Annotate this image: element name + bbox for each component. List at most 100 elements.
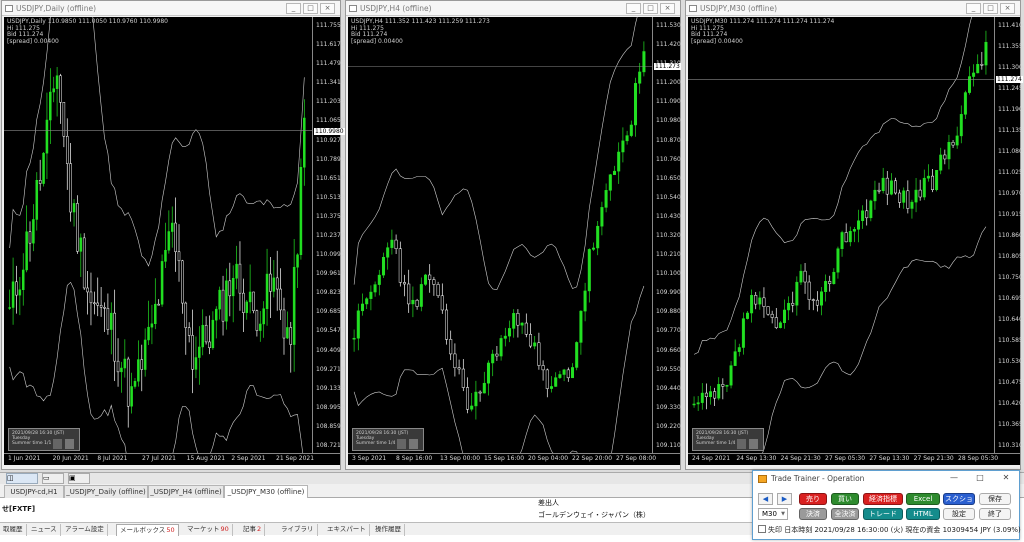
candle-body — [449, 339, 453, 355]
candle-body — [82, 237, 86, 289]
candle-body — [356, 310, 360, 339]
tab-usdjpy-h1[interactable]: USDJPY-cd,H1 — [4, 485, 64, 498]
scroll-arrow-0[interactable] — [53, 439, 62, 449]
candle-body — [629, 124, 633, 136]
price-plot[interactable]: USDJPY,M30 111.274 111.274 111.274 111.2… — [688, 17, 994, 453]
price-tick: 111.355 — [998, 43, 1023, 50]
minimize-icon: _ — [631, 4, 636, 12]
trainer-button-5[interactable]: Excel — [906, 493, 940, 505]
scroll-arrow-1[interactable] — [65, 439, 74, 449]
price-tick: 109.770 — [656, 327, 681, 335]
trainer-button-1[interactable]: ▶ — [777, 493, 792, 505]
trainer-button-7[interactable]: 保存 — [979, 493, 1011, 505]
trainer-button-r2-5[interactable]: 終了 — [979, 508, 1011, 520]
maximize-button[interactable]: □ — [971, 472, 989, 484]
terminal-tab[interactable]: マーケット90 — [184, 524, 233, 536]
minimize-button[interactable]: _ — [626, 3, 641, 14]
candle-body — [398, 248, 402, 283]
tab-daily[interactable]: _USDJPY_Daily (offline) — [64, 485, 148, 498]
mdi-tile[interactable]: ◫ — [6, 473, 38, 484]
candle-body — [208, 341, 211, 348]
candle-body — [976, 64, 980, 74]
candle-body — [596, 225, 600, 249]
maximize-button[interactable]: □ — [643, 3, 658, 14]
tab-m30[interactable]: _USDJPY_M30 (offline) — [224, 485, 308, 498]
candle-body — [428, 274, 432, 280]
trainer-button-2[interactable]: 売り — [799, 493, 827, 505]
trainer-button-0[interactable]: ◀ — [758, 493, 773, 505]
candle-body — [840, 232, 844, 249]
candle-body — [758, 297, 762, 305]
terminal-tab[interactable]: 記事2 — [240, 524, 266, 536]
trainer-button-r2-1[interactable]: 全決済 — [831, 508, 859, 520]
terminal-tab[interactable]: ライブラリ — [278, 524, 318, 536]
tab-h4[interactable]: _USDJPY_H4 (offline) — [148, 485, 224, 498]
candle-body — [381, 256, 386, 276]
trainer-button-r2-2[interactable]: トレード — [863, 508, 903, 520]
price-tick: 110.6510 — [316, 174, 345, 182]
terminal-tab[interactable]: エキスパート — [324, 524, 370, 536]
checkbox[interactable] — [758, 525, 766, 533]
trainer-button-4[interactable]: 経済指標 — [863, 493, 903, 505]
trainer-button-r2-4[interactable]: 設定 — [943, 508, 975, 520]
candle-body — [55, 75, 59, 89]
tab-label: _USDJPY_Daily (offline) — [66, 488, 146, 496]
candle-body — [99, 305, 103, 308]
candle-body — [824, 281, 828, 292]
minimize-button[interactable]: _ — [966, 3, 981, 14]
close-button[interactable]: × — [320, 3, 335, 14]
candle-body — [935, 170, 939, 190]
time-tick: 24 Sep 13:30 — [736, 455, 777, 462]
scroll-arrow-1[interactable] — [749, 439, 758, 449]
scroll-arrow-1[interactable] — [409, 439, 418, 449]
close-button[interactable]: × — [660, 3, 675, 14]
minimize-button[interactable]: _ — [286, 3, 301, 14]
terminal-tab[interactable]: ニュース — [28, 524, 61, 536]
trainer-button-6[interactable]: スクショ — [943, 493, 975, 505]
candle-body — [211, 319, 215, 348]
close-button[interactable]: × — [1000, 3, 1015, 14]
candle-body — [704, 392, 708, 398]
candle-body — [49, 91, 52, 121]
terminal-tab[interactable]: 取履歴 — [0, 524, 27, 536]
price-tick: 111.6170 — [316, 41, 345, 49]
terminal-tab[interactable]: 操作履歴 — [372, 524, 405, 536]
terminal-tab[interactable]: アラーム設定 — [62, 524, 108, 536]
mdi-maximize[interactable]: ▣ — [68, 473, 90, 484]
candle-body — [352, 337, 356, 340]
terminal-tab-label: 操作履歴 — [375, 525, 401, 533]
maximize-button[interactable]: □ — [303, 3, 318, 14]
timeframe-select[interactable]: M30 ▼ — [758, 508, 788, 520]
chart-info: USDJPY,M30 111.274 111.274 111.274 111.2… — [691, 18, 834, 45]
candle-body — [154, 303, 157, 324]
price-tick: 109.8230 — [316, 289, 345, 297]
candle-chart — [348, 17, 652, 453]
scroll-arrow-0[interactable] — [397, 439, 406, 449]
trainer-button-r2-0[interactable]: 決済 — [799, 508, 827, 520]
candle-body — [783, 309, 786, 323]
candle-body — [423, 274, 428, 285]
maximize-button[interactable]: □ — [983, 3, 998, 14]
candle-body — [575, 342, 579, 368]
candle-body — [638, 71, 642, 84]
price-tick: 109.330 — [656, 403, 681, 411]
trainer-button-label: 決済 — [806, 510, 820, 518]
scroll-arrow-0[interactable] — [737, 439, 746, 449]
price-plot[interactable]: USDJPY,H4 111.352 111.423 111.259 111.27… — [348, 17, 652, 453]
trainer-button-3[interactable]: 買い — [831, 493, 859, 505]
upper-band — [9, 17, 305, 267]
trainer-button-label: 保存 — [988, 495, 1002, 503]
trainer-button-r2-3[interactable]: HTML — [906, 508, 940, 520]
price-tick: 111.2030 — [316, 98, 345, 106]
candle-body — [167, 231, 171, 251]
price-tick: 109.660 — [656, 346, 681, 354]
terminal-tab[interactable]: メールボックス50 — [116, 524, 179, 536]
candle-body — [89, 291, 93, 304]
candle-body — [181, 260, 184, 304]
price-plot[interactable]: USDJPY,Daily 110.9850 111.0050 110.9760 … — [4, 17, 312, 453]
mdi-restore[interactable]: ▭ — [42, 473, 64, 484]
account-label: せ[FXTF] — [2, 505, 36, 513]
minimize-button[interactable]: — — [945, 472, 963, 484]
close-button[interactable]: ✕ — [997, 472, 1015, 484]
candle-body — [984, 41, 988, 66]
